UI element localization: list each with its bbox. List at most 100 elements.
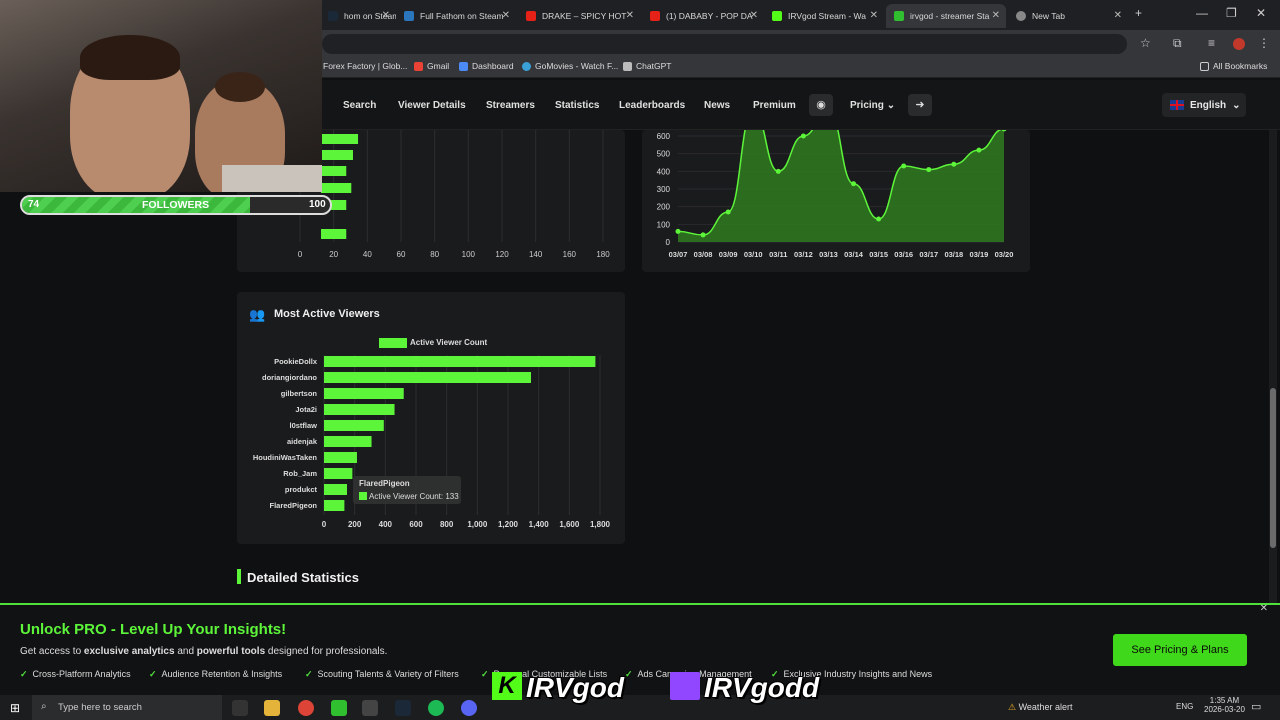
close-tab-icon[interactable]: ✕ <box>626 10 634 21</box>
nav-search[interactable]: Search <box>343 100 376 111</box>
chatgpt-icon <box>623 61 632 71</box>
data-point[interactable] <box>876 216 882 222</box>
notifications-icon[interactable]: ▭ <box>1251 700 1261 713</box>
y-category-label: HoudiniWasTaken <box>253 453 318 462</box>
discord-icon[interactable]: ◉ <box>809 94 833 116</box>
x-tick-label: 120 <box>495 250 509 259</box>
epic-games-icon[interactable] <box>362 700 378 716</box>
discord-icon[interactable] <box>461 700 477 716</box>
close-tab-icon[interactable]: ✕ <box>992 10 1000 21</box>
data-point[interactable] <box>851 181 857 187</box>
data-point[interactable] <box>725 209 731 215</box>
bar[interactable] <box>324 388 404 399</box>
address-bar[interactable] <box>322 34 1127 54</box>
language-selector[interactable]: English ⌄ <box>1162 93 1246 117</box>
nav-news[interactable]: News <box>704 100 730 111</box>
chevron-down-icon: ⌄ <box>1232 99 1241 111</box>
nav-leaderboards[interactable]: Leaderboards <box>619 100 685 111</box>
profile-avatar[interactable] <box>1233 38 1245 50</box>
x-tick-label: 1,000 <box>467 520 488 529</box>
see-pricing-button[interactable]: See Pricing & Plans <box>1113 634 1247 666</box>
bar[interactable] <box>321 183 352 193</box>
x-tick-label: 80 <box>430 250 439 259</box>
bar[interactable] <box>324 404 395 415</box>
file-explorer-icon[interactable] <box>264 700 280 716</box>
taskbar-search[interactable]: Type here to search <box>32 695 222 720</box>
search-icon: ⌕ <box>41 701 47 712</box>
tab-new[interactable]: New Tab ✕ <box>1008 4 1128 28</box>
login-icon[interactable]: ➜ <box>908 94 932 116</box>
steam-icon[interactable] <box>395 700 411 716</box>
close-tab-icon[interactable]: ✕ <box>1114 10 1122 21</box>
bar[interactable] <box>321 150 353 160</box>
nav-viewer-details[interactable]: Viewer Details <box>398 100 466 111</box>
task-view-icon[interactable] <box>232 700 248 716</box>
close-tab-icon[interactable]: ✕ <box>870 10 878 21</box>
bookmark-item[interactable]: Dashboard <box>459 61 514 71</box>
bar[interactable] <box>321 134 359 144</box>
bar[interactable] <box>324 420 384 431</box>
language-indicator[interactable]: ENG <box>1176 702 1193 711</box>
bar[interactable] <box>324 468 353 479</box>
tab-streamer-stats[interactable]: irvgod - streamer Sta ✕ <box>886 4 1006 28</box>
scrollbar-thumb[interactable] <box>1270 388 1276 548</box>
close-tab-icon[interactable]: ✕ <box>502 10 510 21</box>
area-chart: 0 100 200 300 400 500 600 03/07 03/08 03/09 03/10 0… <box>657 130 1013 259</box>
followers-current: 74 <box>28 199 40 210</box>
data-point[interactable] <box>675 228 681 234</box>
chrome-icon[interactable] <box>298 700 314 716</box>
nav-premium[interactable]: Premium <box>753 100 796 111</box>
tab-youtube-2[interactable]: (1) DABABY - POP DA ✕ <box>642 4 764 28</box>
check-icon: ✓ <box>305 669 313 679</box>
bar[interactable] <box>324 436 372 447</box>
data-point[interactable] <box>800 133 806 139</box>
tab-youtube-1[interactable]: DRAKE – SPICY HOT ✕ <box>518 4 640 28</box>
x-tick-label: 160 <box>563 250 577 259</box>
bookmark-item[interactable]: Forex Factory | Glob... <box>323 61 407 71</box>
data-point[interactable] <box>775 168 781 174</box>
close-window-icon[interactable]: ✕ <box>1256 6 1266 20</box>
app-icon[interactable] <box>331 700 347 716</box>
tab-steam-1[interactable]: hom on Steam ✕ <box>320 4 396 28</box>
nav-streamers[interactable]: Streamers <box>486 100 535 111</box>
close-tab-icon[interactable]: ✕ <box>382 10 390 21</box>
close-tab-icon[interactable]: ✕ <box>750 10 758 21</box>
menu-icon[interactable]: ≡ <box>1208 36 1215 50</box>
bookmark-item[interactable]: ChatGPT <box>623 61 671 71</box>
windows-start-icon[interactable]: ⊞ <box>10 701 20 715</box>
data-point[interactable] <box>926 167 932 173</box>
feature-item: ✓ Scouting Talents & Variety of Filters <box>305 669 459 679</box>
close-icon[interactable]: ✕ <box>1260 603 1268 614</box>
x-tick-label: 20 <box>329 250 338 259</box>
star-icon[interactable]: ☆ <box>1140 36 1151 50</box>
tab-kick[interactable]: IRVgod Stream - Wa ✕ <box>764 4 884 28</box>
scrollbar-track[interactable] <box>1269 130 1277 603</box>
tab-steam-2[interactable]: Full Fathom on Steam ✕ <box>396 4 516 28</box>
tooltip-label: Active Viewer Count: 133 <box>369 492 459 501</box>
bar[interactable] <box>321 166 347 176</box>
data-point[interactable] <box>700 232 706 238</box>
bookmark-item[interactable]: Gmail <box>414 61 449 71</box>
bar[interactable] <box>324 452 357 463</box>
twitch-name-overlay: IRVgodd <box>670 672 819 704</box>
more-icon[interactable]: ⋮ <box>1258 36 1270 50</box>
bar[interactable] <box>324 372 531 383</box>
data-point[interactable] <box>976 147 982 153</box>
extensions-icon[interactable]: ⧉ <box>1173 36 1182 51</box>
data-point[interactable] <box>901 163 907 169</box>
all-bookmarks[interactable]: All Bookmarks <box>1200 61 1267 71</box>
bar[interactable] <box>321 229 347 239</box>
bookmark-item[interactable]: GoMovies - Watch F... <box>522 61 618 71</box>
new-tab-icon[interactable]: + <box>1135 6 1142 20</box>
bar[interactable] <box>324 484 347 495</box>
nav-statistics[interactable]: Statistics <box>555 100 599 111</box>
spotify-icon[interactable] <box>428 700 444 716</box>
nav-pricing[interactable]: Pricing ⌄ <box>850 100 895 111</box>
minimize-icon[interactable]: — <box>1196 6 1208 20</box>
clock[interactable]: 1:35 AM 2026-03-20 <box>1204 696 1245 714</box>
bar[interactable] <box>324 356 596 367</box>
weather-widget[interactable]: ⚠ Weather alert <box>1008 702 1072 713</box>
bar[interactable] <box>324 500 345 511</box>
data-point[interactable] <box>951 161 957 167</box>
maximize-icon[interactable]: ❐ <box>1226 6 1237 20</box>
